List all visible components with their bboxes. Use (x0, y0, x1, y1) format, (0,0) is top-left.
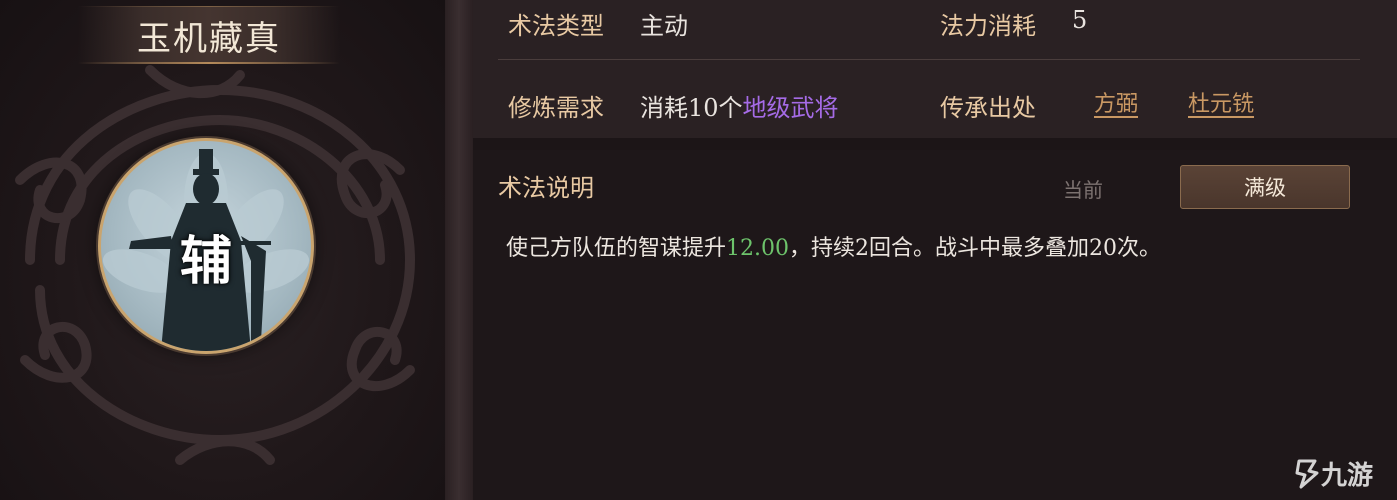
skill-portrait-panel: 玉机藏真 辅 (0, 0, 445, 500)
info-divider (498, 59, 1360, 60)
requirement-value: 消耗10个地级武将 (640, 88, 839, 123)
skill-info-panel (473, 0, 1397, 138)
origin-label: 传承出处 (940, 94, 1036, 122)
description-title: 术法说明 (498, 174, 594, 202)
mana-cost-label: 法力消耗 (940, 12, 1036, 40)
description-text-before: 使己方队伍的智谋提升 (506, 236, 727, 261)
requirement-prefix: 消耗10个 (640, 94, 743, 122)
watermark-text: 九游 (1320, 461, 1373, 491)
role-badge: 辅 (179, 231, 232, 292)
skill-name: 玉机藏真 (137, 18, 281, 59)
tab-current-level[interactable]: 当前 (1020, 168, 1146, 208)
skill-type-value: 主动 (640, 12, 688, 40)
origin-link-duyuanxian[interactable]: 杜元铣 (1188, 86, 1254, 118)
requirement-highlight: 地级武将 (742, 94, 839, 122)
description-text-after: ，持续2回合。战斗中最多叠加20次。 (789, 236, 1161, 261)
skill-title-plate: 玉机藏真 (78, 6, 340, 64)
jiuyou-logo-icon (1295, 459, 1319, 488)
requirement-label: 修炼需求 (508, 94, 604, 122)
watermark: 九游 (1295, 455, 1373, 492)
origin-link-fangbi[interactable]: 方弼 (1094, 86, 1138, 118)
panel-divider (445, 0, 473, 500)
skill-type-label: 术法类型 (508, 12, 604, 40)
skill-description: 使己方队伍的智谋提升12.00，持续2回合。战斗中最多叠加20次。 (506, 230, 1161, 262)
skill-portrait: 辅 (98, 138, 314, 354)
description-value: 12.00 (726, 236, 789, 261)
mana-cost-value: 5 (1072, 6, 1088, 34)
tab-max-level[interactable]: 满级 (1180, 165, 1350, 209)
